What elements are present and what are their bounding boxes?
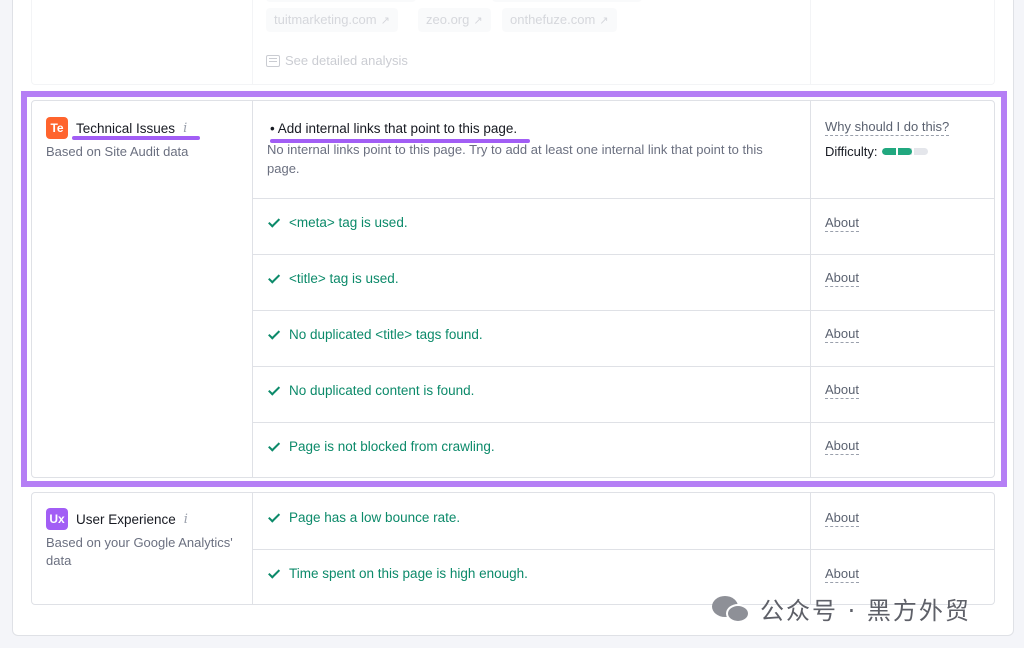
check-text: Page has a low bounce rate. [289,510,461,525]
domain-chip [266,0,416,2]
external-link-icon: ↗ [380,15,390,27]
domain-label: onthefuze.com [510,12,596,27]
check-icon [268,510,281,523]
column-divider [810,0,811,84]
info-icon[interactable]: i [184,512,188,527]
ux-badge: Ux [46,508,68,530]
document-icon [266,54,280,67]
domain-label: tuitmarketing.com [274,12,377,27]
external-link-icon: ↗ [599,15,609,27]
check-item: Page has a low bounce rate. [268,510,461,525]
check-text: Time spent on this page is high enough. [289,566,528,581]
domain-chip[interactable]: zeo.org ↗ [418,8,491,32]
external-link-icon: ↗ [473,15,483,27]
category-header: Ux User Experience i [46,508,188,530]
wechat-icon [712,594,754,624]
domain-chip[interactable]: onthefuze.com ↗ [502,8,617,32]
check-item: Time spent on this page is high enough. [268,566,528,581]
domain-chip [492,0,642,2]
domain-label: zeo.org [426,12,470,27]
see-detailed-label: See detailed analysis [285,53,408,68]
wechat-watermark: 公众号 · 黑方外贸 [712,591,971,626]
previous-section: tuitmarketing.com ↗ zeo.org ↗ onthefuze.co… [31,0,995,85]
check-icon [268,566,281,579]
user-experience-section: Ux User Experience i Based on your Googl… [31,492,995,605]
domain-chip[interactable]: tuitmarketing.com ↗ [266,8,398,32]
about-link[interactable]: About [825,510,859,527]
row-divider [252,549,994,550]
about-link[interactable]: About [825,566,859,583]
category-subtitle: Based on your Google Analytics' data [46,535,233,568]
see-detailed-analysis-link[interactable]: See detailed analysis [266,53,408,68]
watermark-text: 公众号 · 黑方外贸 [760,597,971,625]
highlight-frame [21,91,1007,487]
column-divider [252,0,253,84]
category-title: User Experience [76,511,176,527]
